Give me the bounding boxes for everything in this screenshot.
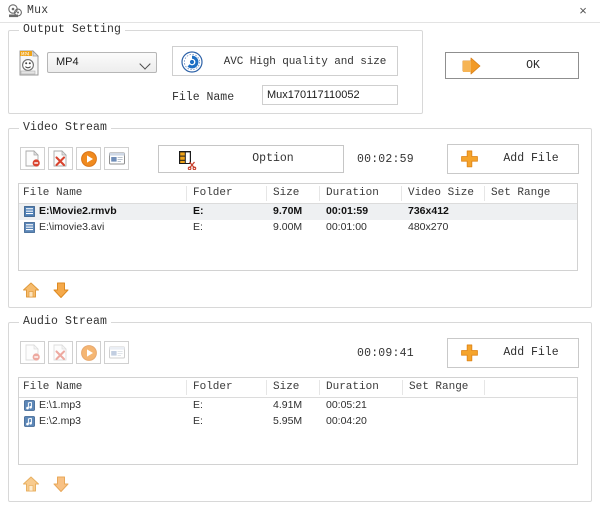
cell-size: 9.00M [273,221,303,233]
video-col-duration[interactable]: Duration [326,187,379,199]
cell-duration: 00:01:59 [326,205,369,217]
cell-folder: E: [193,415,203,427]
output-format-select[interactable]: MP4 [47,52,157,73]
output-setting-title: Output Setting [19,23,126,36]
table-row[interactable]: E:\imovie3.avi E: 9.00M 00:01:00 480x270 [19,220,577,236]
column-separator[interactable] [402,380,403,395]
video-add-file-button[interactable]: Add File [447,144,579,174]
cell-duration: 00:05:21 [326,399,367,411]
video-preview-button[interactable] [104,147,129,170]
cell-folder: E: [193,205,204,217]
column-separator[interactable] [186,186,187,201]
quality-profile-label: AVC High quality and size [223,56,387,68]
window-title: Mux [27,4,49,17]
column-separator[interactable] [319,380,320,395]
cell-file-name: E:\imovie3.avi [39,221,105,233]
film-reel-icon [8,4,22,18]
audio-list-header: File Name Folder Size Duration Set Range [19,378,577,398]
audio-add-file-label: Add File [503,346,559,359]
orange-arrow-right-icon [462,57,482,76]
cell-duration: 00:04:20 [326,415,367,427]
table-row[interactable]: E:\1.mp3 E: 4.91M 00:05:21 [19,398,577,414]
move-down-icon[interactable] [52,281,70,299]
cell-size: 4.91M [273,399,303,411]
video-list-header: File Name Folder Size Duration Video Siz… [19,184,577,204]
move-down-icon[interactable] [52,475,70,493]
chevron-down-icon [139,58,151,70]
file-name-label: File Name [172,91,235,104]
video-col-folder[interactable]: Folder [193,187,233,199]
video-option-button[interactable]: Option [158,145,344,173]
video-remove-file-button[interactable] [20,147,45,170]
quality-profile-icon [181,51,203,73]
file-name-input[interactable] [262,85,398,105]
column-separator[interactable] [266,186,267,201]
mp4-file-icon: MP4 [18,50,40,76]
video-file-icon [24,206,35,217]
video-col-size[interactable]: Size [273,187,299,199]
video-add-file-label: Add File [503,152,559,165]
audio-total-duration: 00:09:41 [357,347,414,360]
option-scissors-icon [177,150,197,171]
cell-file-name: E:\1.mp3 [39,399,82,411]
audio-col-folder[interactable]: Folder [193,381,233,393]
audio-col-duration[interactable]: Duration [326,381,379,393]
svg-text:MP4: MP4 [21,51,30,56]
column-separator[interactable] [186,380,187,395]
table-row[interactable]: E:\2.mp3 E: 5.95M 00:04:20 [19,414,577,430]
orange-plus-icon [460,150,479,169]
cell-file-name: E:\2.mp3 [39,415,82,427]
ok-button-label: OK [526,59,540,72]
table-row[interactable]: E:\Movie2.rmvb E: 9.70M 00:01:59 736x412 [19,204,577,220]
audio-col-size[interactable]: Size [273,381,299,393]
cell-file-name: E:\Movie2.rmvb [39,205,117,217]
video-col-file-name[interactable]: File Name [23,187,82,199]
cell-video-size: 480x270 [408,221,449,233]
cell-size: 9.70M [273,205,303,217]
audio-preview-button[interactable] [104,341,129,364]
video-file-list[interactable]: File Name Folder Size Duration Video Siz… [18,183,578,271]
cell-folder: E: [193,221,203,233]
audio-delete-all-button[interactable] [48,341,73,364]
video-col-set-range[interactable]: Set Range [491,187,550,199]
video-stream-title: Video Stream [19,121,112,134]
cell-video-size: 736x412 [408,205,449,217]
column-separator[interactable] [266,380,267,395]
column-separator[interactable] [319,186,320,201]
video-option-label: Option [252,152,294,165]
quality-profile-button[interactable]: AVC High quality and size [172,46,398,76]
move-up-home-icon[interactable] [22,475,40,493]
orange-plus-icon [460,344,479,363]
cell-folder: E: [193,399,203,411]
move-up-home-icon[interactable] [22,281,40,299]
video-col-video-size[interactable]: Video Size [408,187,474,199]
output-format-value: MP4 [56,56,79,68]
video-file-icon [24,222,35,233]
column-separator[interactable] [484,380,485,395]
audio-col-file-name[interactable]: File Name [23,381,82,393]
video-delete-all-button[interactable] [48,147,73,170]
video-play-button[interactable] [76,147,101,170]
audio-file-icon [24,400,35,411]
video-total-duration: 00:02:59 [357,153,414,166]
audio-play-button[interactable] [76,341,101,364]
column-separator[interactable] [484,186,485,201]
audio-col-set-range[interactable]: Set Range [409,381,468,393]
cell-duration: 00:01:00 [326,221,367,233]
audio-add-file-button[interactable]: Add File [447,338,579,368]
audio-stream-title: Audio Stream [19,315,112,328]
window-titlebar: Mux × [0,0,600,23]
audio-remove-file-button[interactable] [20,341,45,364]
audio-file-list[interactable]: File Name Folder Size Duration Set Range… [18,377,578,465]
audio-file-icon [24,416,35,427]
ok-button[interactable]: OK [445,52,579,79]
column-separator[interactable] [401,186,402,201]
cell-size: 5.95M [273,415,303,427]
close-icon[interactable]: × [572,2,594,20]
